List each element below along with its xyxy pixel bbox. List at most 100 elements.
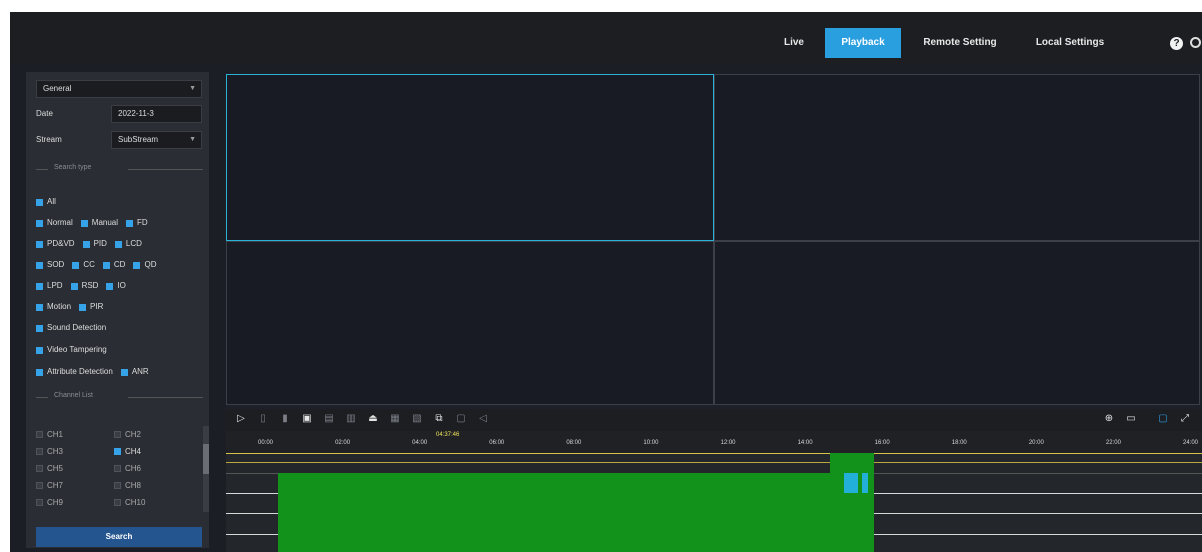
mode-select[interactable]: General ▼ (36, 80, 202, 98)
checkbox-icon (114, 482, 121, 490)
channel-checkbox[interactable]: CH4 (114, 447, 141, 456)
fullscreen-icon[interactable]: ⤢ (1180, 414, 1190, 424)
search-type-checkbox[interactable]: CD (102, 260, 125, 269)
time-tick-label: 00:00 (258, 440, 274, 446)
channel-checkbox[interactable]: CH2 (114, 430, 141, 439)
channel-checkbox[interactable]: CH5 (36, 464, 63, 473)
channel-label: CH1 (47, 430, 64, 439)
search-type-checkbox[interactable]: Manual (80, 218, 118, 227)
checkbox-icon (36, 324, 43, 332)
time-tick-label: 08:00 (566, 440, 582, 446)
checkbox-icon (36, 431, 43, 439)
search-type-label: Normal (47, 218, 73, 228)
search-type-label: Sound Detection (47, 323, 107, 333)
mode-select-value: General (43, 84, 72, 93)
nav-playback[interactable]: Playback (825, 28, 901, 58)
channel-list-title: Channel List (54, 392, 93, 399)
date-label: Date (36, 109, 53, 118)
fast-forward-icon[interactable]: ▤ (324, 414, 334, 424)
timeline-row-line (226, 462, 1202, 463)
play-icon[interactable]: ▷ (236, 414, 246, 424)
search-type-checkbox[interactable]: All (36, 197, 56, 206)
channel-checkbox[interactable]: CH1 (36, 430, 63, 439)
search-type-checkbox[interactable]: ANR (120, 367, 149, 377)
window-icon[interactable]: ▭ (1126, 414, 1136, 424)
channel-checkbox[interactable]: CH9 (36, 498, 63, 507)
time-tick-label: 12:00 (720, 440, 736, 446)
search-type-checkbox[interactable]: Sound Detection (36, 323, 106, 332)
search-type-checkbox[interactable]: PIR (79, 302, 103, 311)
audio-icon[interactable]: ◁ (478, 414, 488, 424)
snapshot-icon[interactable]: ▥ (346, 414, 356, 424)
search-type-checkbox[interactable]: IO (106, 281, 126, 290)
channel-checkbox[interactable]: CH3 (36, 447, 63, 456)
video-window-1[interactable] (226, 74, 714, 241)
channel-list-scrollbar[interactable] (203, 426, 209, 512)
nav-live[interactable]: Live (772, 28, 816, 58)
copy-icon[interactable]: ⧉ (434, 414, 444, 424)
nav-remote-setting[interactable]: Remote Setting (910, 28, 1010, 58)
video-window-2[interactable] (714, 74, 1200, 241)
search-type-checkbox[interactable]: Video Tampering (36, 345, 107, 354)
logout-icon[interactable] (1190, 37, 1201, 48)
search-type-checkbox[interactable]: PD&VD (36, 239, 75, 248)
search-type-checkbox[interactable]: PID (82, 239, 107, 248)
record-segment-event[interactable] (862, 473, 868, 493)
nav-local-settings[interactable]: Local Settings (1022, 28, 1118, 58)
channel-checkbox[interactable]: CH10 (114, 498, 145, 507)
single-view-icon[interactable]: ▢ (1158, 414, 1168, 424)
checkbox-icon (70, 282, 78, 290)
channel-checkbox[interactable]: CH6 (114, 464, 141, 473)
checkbox-icon (114, 431, 121, 439)
record-segment[interactable] (830, 453, 874, 473)
search-type-label: QD (144, 260, 157, 270)
time-tick-label: 14:00 (797, 440, 813, 446)
search-type-label: ANR (131, 367, 149, 377)
search-type-checkbox[interactable]: QD (133, 260, 156, 269)
search-type-checkbox[interactable]: FD (126, 218, 148, 227)
stream-select[interactable]: SubStream ▼ (111, 131, 202, 149)
search-type-checkbox[interactable]: Motion (36, 302, 71, 311)
video-grid (226, 74, 1202, 417)
scroll-thumb[interactable] (203, 444, 209, 474)
search-type-checkbox[interactable]: Attribute Detection (36, 367, 113, 376)
divider (128, 169, 203, 170)
channel-checkbox[interactable]: CH8 (114, 481, 141, 490)
search-type-checkbox[interactable]: CC (72, 260, 95, 269)
search-type-label: RSD (81, 281, 99, 291)
timeline[interactable]: 04:37:46 00:00 02:00 04:00 06:00 08:00 10:00 1… (226, 431, 1202, 552)
search-button[interactable]: Search (36, 527, 202, 547)
checkbox-icon (36, 346, 43, 354)
download-icon[interactable]: ⏏ (368, 414, 378, 424)
video-window-4[interactable] (714, 241, 1200, 405)
channel-checkbox[interactable]: CH7 (36, 481, 63, 490)
search-type-checkbox[interactable]: Normal (36, 218, 73, 227)
help-icon[interactable]: ? (1170, 37, 1183, 50)
record-segment[interactable] (278, 473, 874, 552)
search-type-label: SOD (47, 260, 65, 270)
clip-icon[interactable]: ▦ (390, 414, 400, 424)
split-icon[interactable]: ▧ (412, 414, 422, 424)
search-type-label: LCD (125, 239, 142, 249)
stop-icon[interactable]: ▮ (280, 414, 290, 424)
search-type-checkbox[interactable]: LPD (36, 281, 63, 290)
channel-label: CH7 (47, 481, 64, 490)
video-window-3[interactable] (226, 241, 714, 405)
search-type-row: PD&VD PID LCD (36, 239, 150, 251)
search-type-checkbox[interactable]: SOD (36, 260, 64, 269)
record-segment-event[interactable] (844, 473, 858, 493)
channel-label: CH8 (125, 481, 142, 490)
checkbox-icon (79, 303, 87, 311)
search-type-row: LPD RSD IO (36, 281, 134, 293)
date-field[interactable]: 2022-11-3 (111, 105, 202, 123)
channel-label: CH4 (125, 447, 142, 456)
search-type-checkbox[interactable]: LCD (114, 239, 142, 249)
rewind-icon[interactable]: ▣ (302, 414, 312, 424)
time-ruler[interactable]: 04:37:46 00:00 02:00 04:00 06:00 08:00 10:00 1… (226, 431, 1202, 453)
search-type-checkbox[interactable]: RSD (70, 281, 99, 291)
backup-icon[interactable]: ▢ (456, 414, 466, 424)
search-type-row: Normal Manual FD (36, 218, 156, 230)
pause-icon[interactable]: ▯ (258, 414, 268, 424)
zoom-icon[interactable]: ⊕ (1104, 414, 1114, 424)
checkbox-icon (36, 499, 43, 507)
